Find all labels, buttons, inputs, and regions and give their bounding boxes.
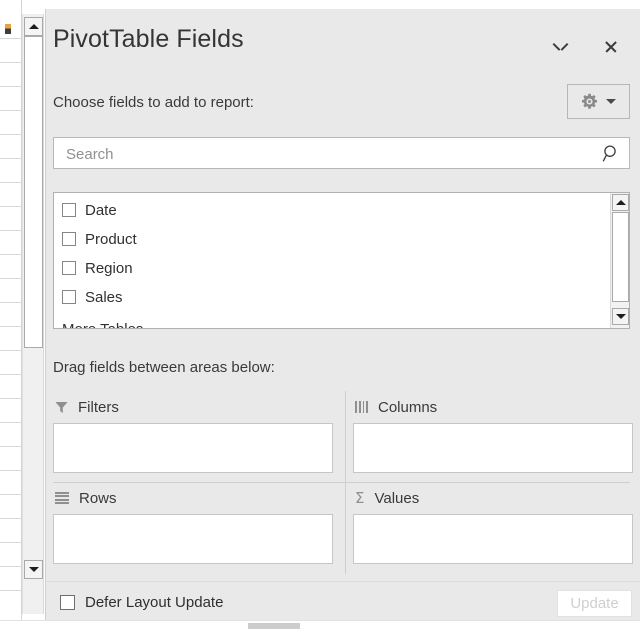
field-list-scrollbar[interactable] bbox=[610, 193, 629, 328]
app-screen: PivotTable Fields Choose fields to add t… bbox=[0, 0, 640, 628]
horizontal-scrollbar-thumb[interactable] bbox=[248, 623, 300, 629]
field-list-item-region[interactable]: Region bbox=[62, 257, 133, 279]
checkbox-box[interactable] bbox=[60, 595, 75, 610]
field-checkbox[interactable] bbox=[62, 203, 76, 217]
page-title: PivotTable Fields bbox=[53, 25, 244, 54]
field-list-scroll-down-button[interactable] bbox=[612, 308, 629, 325]
drag-fields-label: Drag fields between areas below: bbox=[53, 359, 275, 376]
area-title: Values bbox=[374, 490, 419, 507]
more-tables-link[interactable]: More Tables... bbox=[62, 321, 156, 329]
worksheet-scroll-down-button[interactable] bbox=[24, 560, 43, 579]
field-list[interactable]: Date Product Region Sales More Tables... bbox=[53, 192, 630, 329]
areas-horizontal-divider bbox=[53, 482, 630, 483]
field-checkbox[interactable] bbox=[62, 261, 76, 275]
search-box[interactable] bbox=[53, 137, 630, 169]
gear-icon bbox=[581, 93, 598, 110]
pivottable-fields-pane: PivotTable Fields Choose fields to add t… bbox=[45, 9, 640, 620]
area-values-dropzone[interactable] bbox=[353, 514, 633, 564]
chevron-down-icon bbox=[554, 43, 567, 51]
area-rows[interactable]: Rows bbox=[53, 488, 338, 573]
field-checkbox[interactable] bbox=[62, 232, 76, 246]
close-icon bbox=[604, 40, 618, 54]
defer-layout-update-label: Defer Layout Update bbox=[85, 594, 223, 611]
rows-lines-icon bbox=[55, 492, 69, 504]
field-label: Product bbox=[85, 231, 137, 248]
footer-divider bbox=[46, 581, 640, 582]
columns-bars-icon bbox=[355, 401, 368, 413]
area-rows-dropzone[interactable] bbox=[53, 514, 333, 564]
sigma-icon: Σ bbox=[355, 492, 364, 504]
field-list-scrollbar-thumb[interactable] bbox=[612, 212, 629, 302]
triangle-down-icon bbox=[29, 567, 39, 572]
area-filters-header: Filters bbox=[55, 397, 119, 417]
area-filters[interactable]: Filters bbox=[53, 397, 338, 482]
field-list-options-button[interactable] bbox=[567, 84, 630, 119]
area-columns-header: Columns bbox=[355, 397, 437, 417]
filter-funnel-icon bbox=[55, 401, 68, 414]
area-values[interactable]: Σ Values bbox=[353, 488, 638, 573]
field-list-item-product[interactable]: Product bbox=[62, 228, 137, 250]
field-label: Date bbox=[85, 202, 117, 219]
area-columns[interactable]: Columns bbox=[353, 397, 638, 482]
area-filters-dropzone[interactable] bbox=[53, 423, 333, 473]
field-list-item-date[interactable]: Date bbox=[62, 199, 117, 221]
cell-cursor-icon bbox=[5, 24, 11, 34]
area-title: Columns bbox=[378, 399, 437, 416]
area-title: Rows bbox=[79, 490, 117, 507]
worksheet-scroll-up-button[interactable] bbox=[24, 17, 43, 36]
pane-close-button[interactable] bbox=[598, 35, 624, 59]
triangle-up-icon bbox=[29, 24, 39, 29]
field-checkbox[interactable] bbox=[62, 290, 76, 304]
field-list-scroll-up-button[interactable] bbox=[612, 194, 629, 211]
worksheet-vertical-scrollbar[interactable] bbox=[22, 14, 44, 614]
pane-collapse-button[interactable] bbox=[547, 35, 573, 59]
pane-header: PivotTable Fields bbox=[46, 9, 640, 71]
area-rows-header: Rows bbox=[55, 488, 117, 508]
area-values-header: Σ Values bbox=[355, 488, 419, 508]
horizontal-scrollbar[interactable] bbox=[0, 620, 640, 628]
area-columns-dropzone[interactable] bbox=[353, 423, 633, 473]
triangle-up-icon bbox=[616, 200, 626, 205]
choose-fields-label: Choose fields to add to report: bbox=[53, 94, 254, 111]
area-title: Filters bbox=[78, 399, 119, 416]
worksheet-scrollbar-thumb[interactable] bbox=[24, 36, 43, 348]
field-list-item-sales[interactable]: Sales bbox=[62, 286, 123, 308]
triangle-down-icon bbox=[616, 314, 626, 319]
defer-layout-update-checkbox[interactable]: Defer Layout Update bbox=[60, 591, 223, 613]
drop-areas: Filters Columns Rows bbox=[53, 391, 630, 574]
search-icon[interactable] bbox=[602, 144, 620, 163]
field-label: Region bbox=[85, 260, 133, 277]
field-label: Sales bbox=[85, 289, 123, 306]
search-input[interactable] bbox=[64, 138, 588, 170]
worksheet-row-headers bbox=[0, 0, 22, 620]
update-button[interactable]: Update bbox=[557, 590, 632, 617]
chevron-down-icon bbox=[606, 99, 616, 104]
